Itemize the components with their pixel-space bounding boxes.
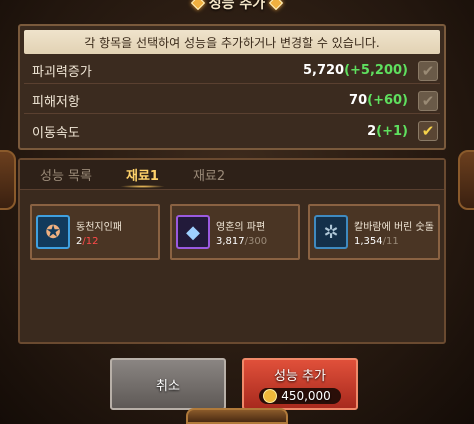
star-medal-icon: ✪ (36, 215, 70, 249)
stat-row-damage-resist[interactable]: 피해저항 70(+60) ✔ (24, 88, 440, 114)
coin-icon (263, 388, 278, 403)
gem-icon (269, 0, 284, 11)
gem-icon (190, 0, 205, 11)
stat-checkbox[interactable]: ✔ (418, 60, 438, 81)
material-count: 3,817/300 (216, 235, 268, 247)
stat-name: 이동속도 (32, 125, 80, 141)
tab-bar: 성능 목록 재료1 재료2 (20, 160, 444, 190)
cancel-label: 취소 (156, 378, 180, 394)
right-ornament (458, 150, 474, 210)
material-count: 1,354/11 (354, 235, 399, 247)
stat-name: 파괴력증가 (32, 65, 92, 80)
material-name: 동천지인패 (76, 221, 122, 233)
cost-value: 450,000 (281, 388, 331, 403)
cost-display: 450,000 (259, 387, 341, 404)
add-stat-label: 성능 추가 (274, 368, 326, 384)
left-ornament (0, 150, 16, 210)
instruction-text: 각 항목을 선택하여 성능을 추가하거나 변경할 수 있습니다. (24, 30, 440, 54)
soul-shard-icon: ◆ (176, 215, 210, 249)
tab-material-2[interactable]: 재료2 (193, 165, 225, 184)
material-slot[interactable]: ✲ 칼바람에 버린 숫돌 1,354/11 (308, 204, 440, 260)
stat-value: 70(+60) (349, 93, 408, 108)
dialog-title-bar: 성능 추가 (160, 0, 314, 14)
tab-stat-list[interactable]: 성능 목록 (40, 165, 92, 184)
tab-material-1[interactable]: 재료1 (119, 165, 165, 188)
add-stat-button[interactable]: 성능 추가 450,000 (242, 358, 358, 410)
material-slot[interactable]: ✪ 동천지인패 2/12 (30, 204, 160, 260)
stat-row-destruction[interactable]: 파괴력증가 5,720(+5,200) ✔ (24, 58, 440, 84)
stat-row-move-speed[interactable]: 이동속도 2(+1) ✔ (24, 118, 440, 144)
material-slot[interactable]: ◆ 영혼의 파편 3,817/300 (170, 204, 300, 260)
material-name: 영혼의 파편 (216, 221, 266, 233)
bottom-ornament (186, 408, 288, 424)
stat-name: 피해저항 (32, 95, 80, 110)
dialog-frame: 성능 추가 각 항목을 선택하여 성능을 추가하거나 변경할 수 있습니다. 파… (0, 0, 474, 424)
material-name: 칼바람에 버린 숫돌 (354, 221, 434, 233)
material-count: 2/12 (76, 235, 99, 247)
stats-panel: 각 항목을 선택하여 성능을 추가하거나 변경할 수 있습니다. 파괴력증가 5… (18, 24, 446, 150)
whetstone-icon: ✲ (314, 215, 348, 249)
dialog-title: 성능 추가 (208, 0, 266, 12)
stat-value: 2(+1) (367, 123, 408, 139)
materials-panel: 성능 목록 재료1 재료2 ✪ 동천지인패 2/12 ◆ 영혼의 파편 3,81… (18, 158, 446, 344)
stat-checkbox-checked[interactable]: ✔ (418, 121, 438, 141)
cancel-button[interactable]: 취소 (110, 358, 226, 410)
stat-checkbox[interactable]: ✔ (418, 90, 438, 111)
stat-value: 5,720(+5,200) (302, 63, 408, 78)
